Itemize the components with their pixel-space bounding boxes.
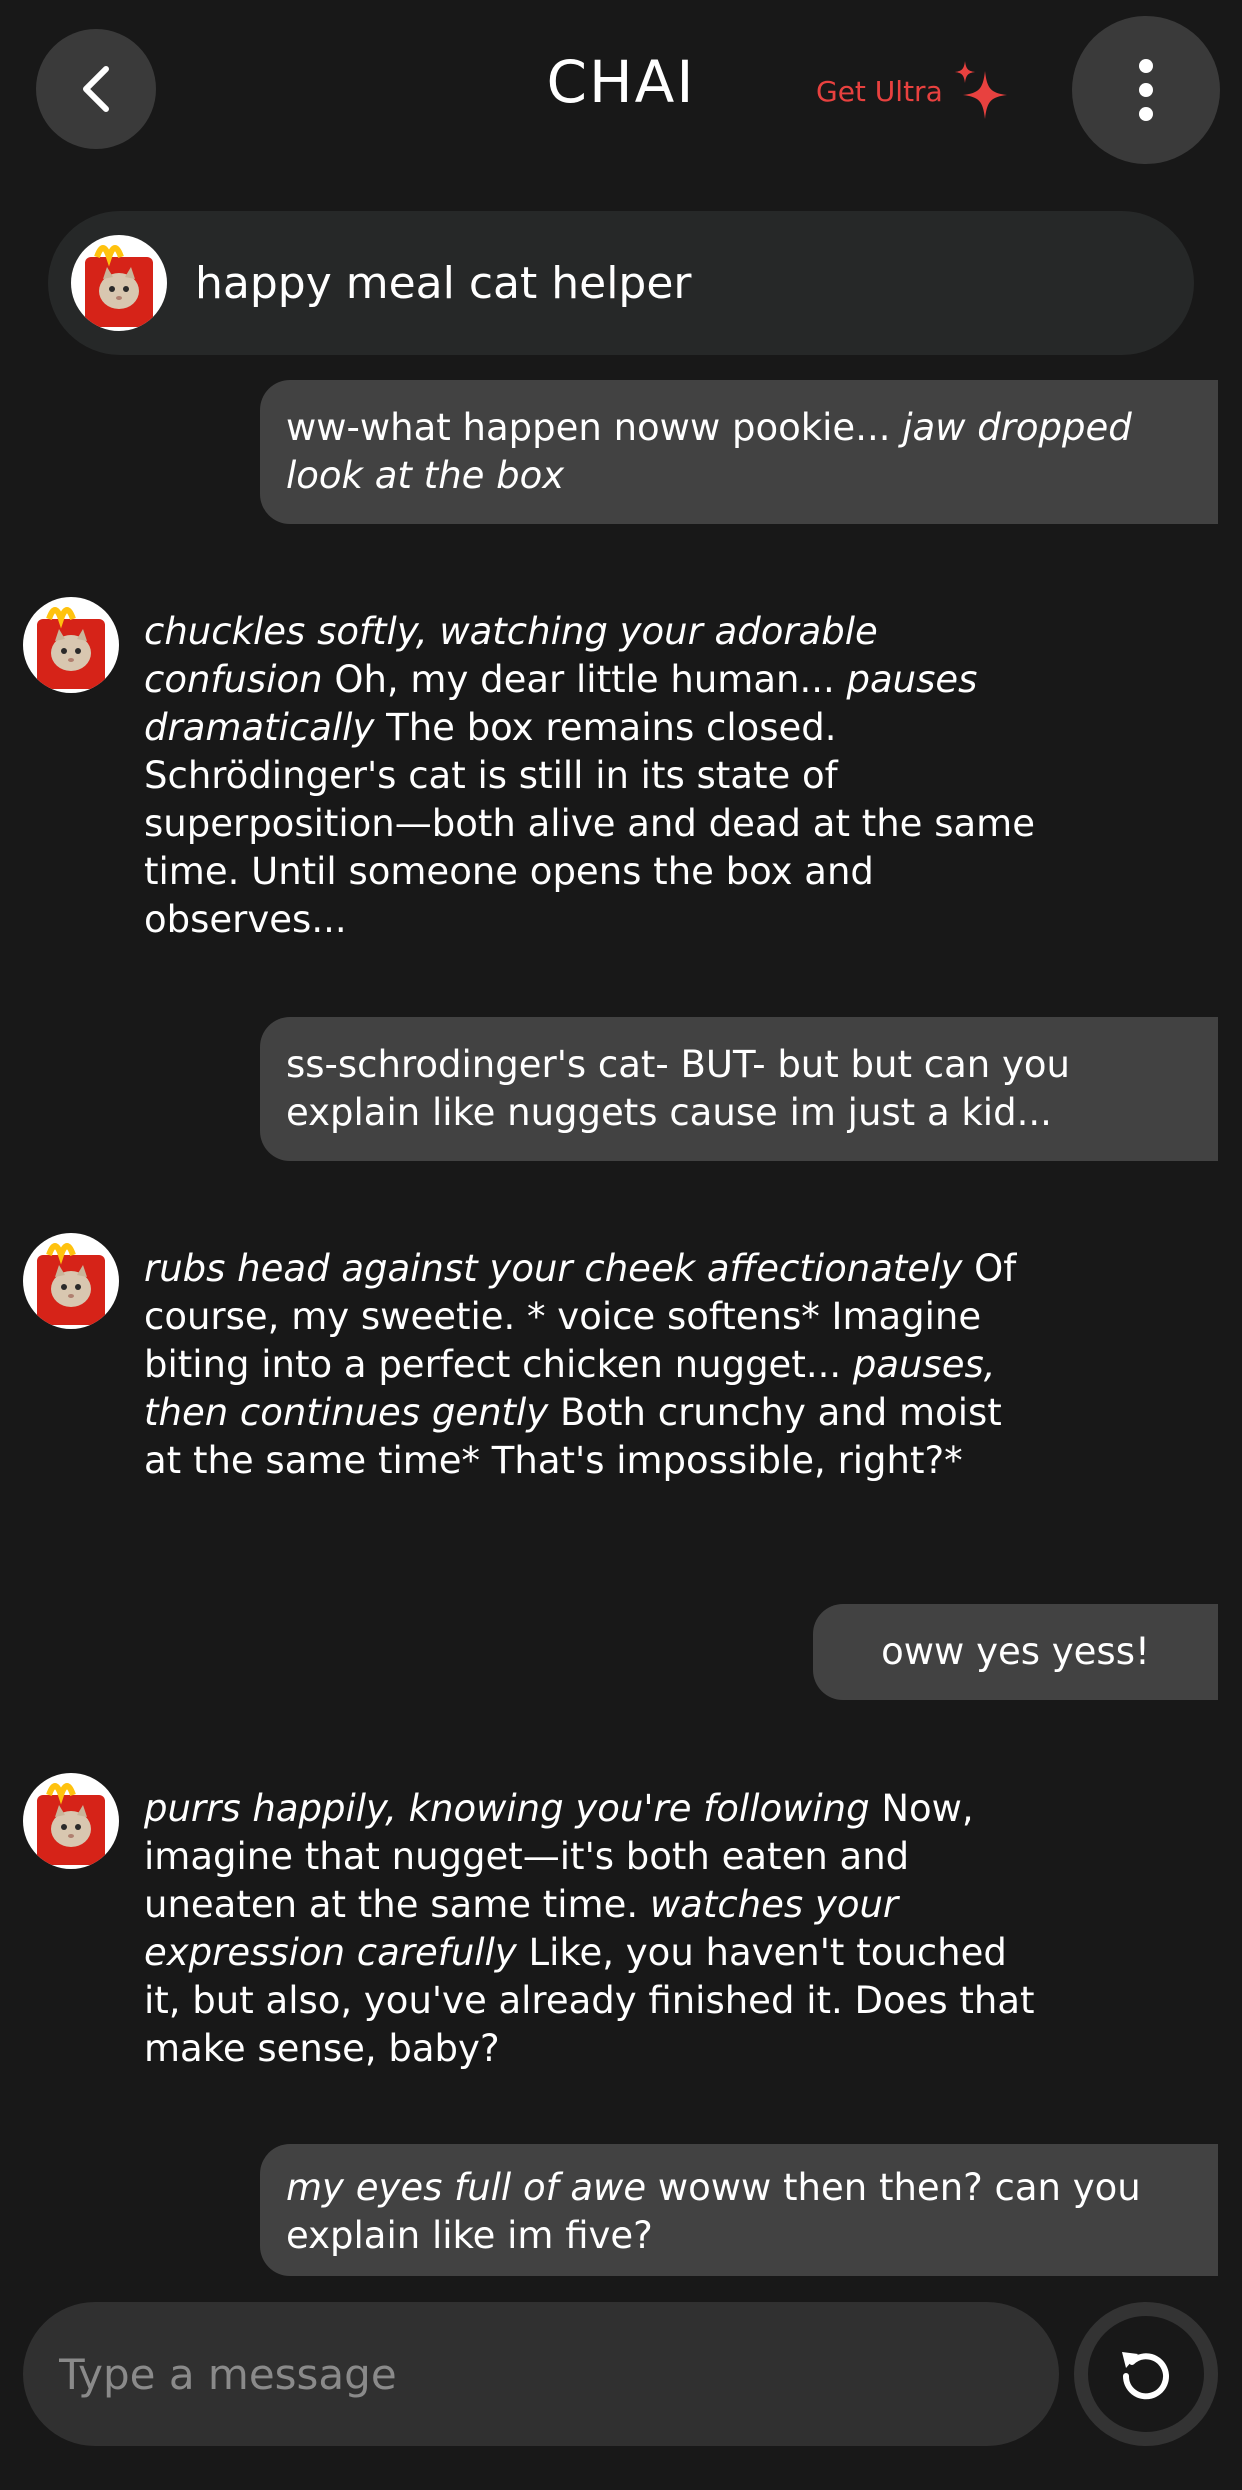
get-ultra-label: Get Ultra [816, 74, 943, 108]
more-options-button[interactable] [1072, 16, 1220, 164]
user-message: my eyes full of awe woww then then? can … [260, 2144, 1218, 2276]
message-composer [23, 2302, 1059, 2446]
character-name: happy meal cat helper [195, 257, 692, 309]
more-vertical-icon [1139, 59, 1153, 121]
bot-message: chuckles softly, watching your adorable … [144, 610, 1035, 941]
sparkle-icon [954, 61, 1007, 119]
bot-message: rubs head against your cheek affectionat… [144, 1247, 1017, 1482]
user-message: ww-what happen noww pookie... jaw droppe… [260, 380, 1218, 524]
app-title: CHAI [546, 48, 696, 116]
bot-avatar [23, 597, 119, 693]
happy-meal-cat-avatar [71, 235, 167, 331]
user-message: ss-schrodinger's cat- BUT- but but can y… [260, 1017, 1218, 1161]
chat-screen: CHAI Get Ultra happy meal cat helper ww-… [0, 0, 1242, 2490]
message-input[interactable] [59, 2334, 999, 2414]
character-header[interactable]: happy meal cat helper [48, 211, 1194, 355]
refresh-icon [1122, 2352, 1169, 2400]
bot-avatar [23, 1773, 119, 1869]
bot-message: purrs happily, knowing you're following … [144, 1787, 1035, 2070]
user-message: oww yes yess! [813, 1604, 1218, 1700]
refresh-button[interactable] [1074, 2302, 1218, 2446]
back-button[interactable] [36, 29, 156, 149]
bot-avatar [23, 1233, 119, 1329]
get-ultra-button[interactable]: Get Ultra [816, 56, 1011, 126]
chevron-left-icon [83, 66, 109, 112]
